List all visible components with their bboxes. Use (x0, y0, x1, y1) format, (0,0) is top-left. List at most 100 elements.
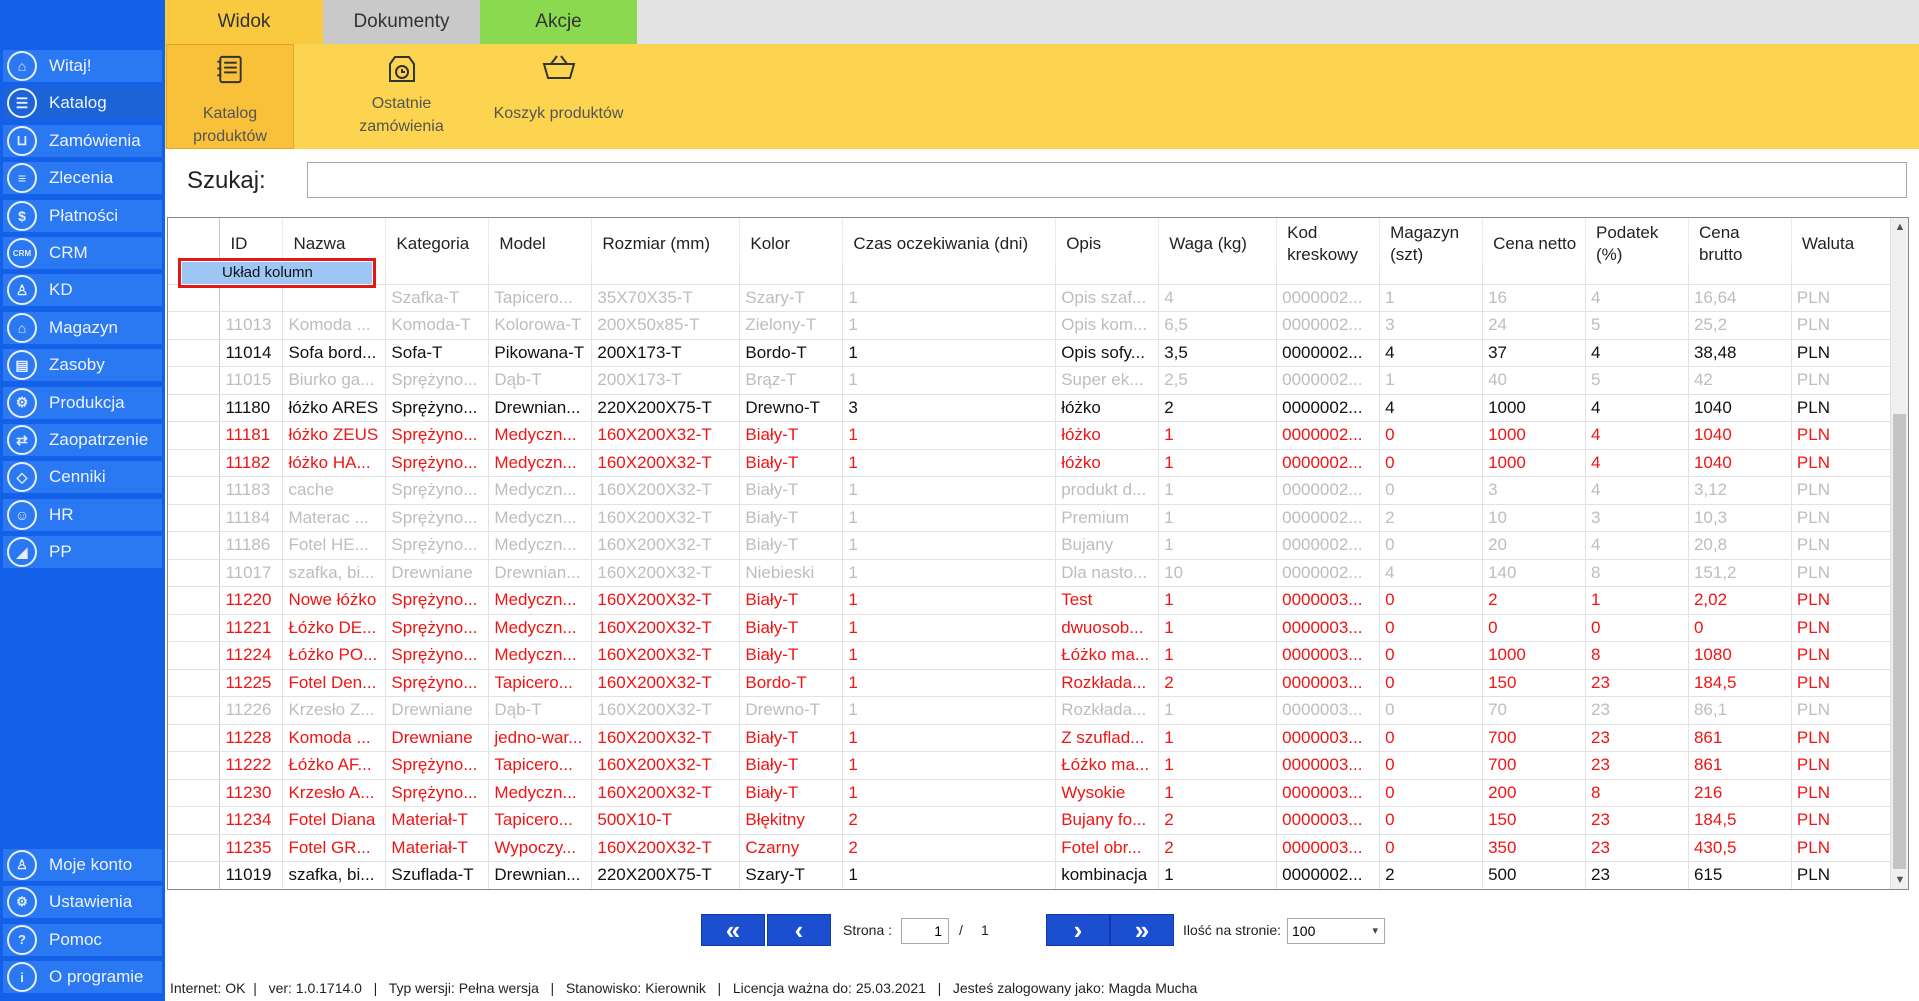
table-cell[interactable]: Sprężyno... (385, 504, 490, 532)
table-cell[interactable]: Biały-T (739, 724, 844, 752)
table-cell[interactable]: 1 (842, 696, 1057, 725)
table-cell[interactable]: 4 (1379, 559, 1484, 587)
table-cell[interactable]: cache (282, 476, 387, 505)
row-header[interactable] (168, 421, 221, 450)
table-cell[interactable]: 0 (1379, 806, 1484, 835)
table-cell[interactable]: Biały-T (739, 449, 844, 477)
table-cell[interactable]: 1 (842, 751, 1057, 780)
table-cell[interactable]: PLN (1791, 696, 1891, 725)
table-row[interactable]: 11019 szafka, bi... Szuflada-T Drewnian... 2… (168, 861, 1891, 889)
table-cell[interactable]: 1000 (1482, 641, 1586, 670)
table-cell[interactable]: Fotel Diana (282, 806, 387, 835)
table-cell[interactable]: 1 (842, 284, 1057, 312)
table-cell[interactable]: 500X10-T (591, 806, 741, 835)
table-cell[interactable]: Tapicero... (488, 284, 593, 312)
table-cell[interactable]: 5 (1585, 311, 1689, 340)
table-cell[interactable]: łóżko ARES (282, 394, 387, 422)
table-cell[interactable]: Drewniane (385, 696, 490, 725)
table-cell[interactable]: PLN (1791, 834, 1891, 862)
table-cell[interactable]: 0 (1379, 641, 1484, 670)
table-cell[interactable]: 0 (1379, 531, 1484, 560)
table-cell[interactable]: Medyczn... (488, 586, 593, 615)
table-cell[interactable]: łóżko ZEUS (282, 421, 387, 450)
table-cell[interactable]: 23 (1585, 861, 1689, 889)
table-cell[interactable]: 1 (1158, 779, 1278, 807)
table-cell[interactable]: Biały-T (739, 751, 844, 780)
table-cell[interactable]: Medyczn... (488, 504, 593, 532)
table-cell[interactable]: łóżko (1055, 394, 1160, 422)
table-cell[interactable]: 3,12 (1688, 476, 1792, 505)
table-cell[interactable]: 1040 (1688, 394, 1792, 422)
column-header[interactable]: Czas oczekiwania (dni) (842, 218, 1057, 270)
table-row[interactable]: 11181 łóżko ZEUS Sprężyno... Medyczn... 160X… (168, 421, 1891, 450)
row-header[interactable] (168, 696, 221, 725)
table-cell[interactable]: 1 (1158, 861, 1278, 889)
table-cell[interactable]: Sprężyno... (385, 531, 490, 560)
table-cell[interactable]: dwuosob... (1055, 614, 1160, 642)
sidebar-item-zaopatrzenie[interactable]: ⇄ Zaopatrzenie (3, 424, 162, 456)
table-cell[interactable]: Fotel Den... (282, 669, 387, 697)
table-cell[interactable]: Opis kom... (1055, 311, 1160, 340)
table-cell[interactable]: 1 (842, 339, 1057, 367)
table-cell[interactable]: 1000 (1482, 449, 1586, 477)
row-header[interactable] (168, 806, 221, 835)
row-header[interactable] (168, 861, 221, 889)
table-cell[interactable]: Biały-T (739, 779, 844, 807)
table-cell[interactable]: 430,5 (1688, 834, 1792, 862)
table-cell[interactable]: 8 (1585, 779, 1689, 807)
table-cell[interactable]: 200X173-T (591, 366, 741, 395)
table-row[interactable]: 11234 Fotel Diana Materiał-T Tapicero... 500… (168, 806, 1891, 835)
table-cell[interactable]: Super ek... (1055, 366, 1160, 395)
table-cell[interactable]: Medyczn... (488, 476, 593, 505)
table-cell[interactable]: 1 (1585, 586, 1689, 615)
table-cell[interactable]: 0 (1482, 614, 1586, 642)
table-cell[interactable]: 3,5 (1158, 339, 1278, 367)
table-cell[interactable]: Krzesło A... (282, 779, 387, 807)
table-cell[interactable]: 35X70X35-T (591, 284, 741, 312)
table-cell[interactable]: łóżko (1055, 449, 1160, 477)
table-cell[interactable]: 861 (1688, 724, 1792, 752)
table-cell[interactable]: 861 (1688, 751, 1792, 780)
table-cell[interactable]: Drewno-T (739, 394, 844, 422)
table-cell[interactable]: 0 (1379, 614, 1484, 642)
table-cell[interactable]: Biały-T (739, 641, 844, 670)
table-cell[interactable]: Biurko ga... (282, 366, 387, 395)
table-cell[interactable]: Dla nasto... (1055, 559, 1160, 587)
table-cell[interactable]: 23 (1585, 696, 1689, 725)
table-cell[interactable]: Wypoczy... (488, 834, 593, 862)
table-cell[interactable]: Rozkłada... (1055, 669, 1160, 697)
table-cell[interactable]: 1 (842, 724, 1057, 752)
table-cell[interactable]: Bujany fo... (1055, 806, 1160, 835)
table-cell[interactable]: 2 (1158, 394, 1278, 422)
table-cell[interactable]: 1 (1379, 284, 1484, 312)
table-cell[interactable]: 0000002... (1276, 311, 1381, 340)
row-header[interactable] (168, 449, 221, 477)
table-cell[interactable]: 151,2 (1688, 559, 1792, 587)
table-cell[interactable]: 11019 (219, 861, 284, 889)
table-cell[interactable]: 1 (1158, 696, 1278, 725)
table-cell[interactable]: 160X200X32-T (591, 504, 741, 532)
table-cell[interactable]: Dąb-T (488, 696, 593, 725)
table-cell[interactable]: 1 (842, 311, 1057, 340)
table-cell[interactable]: 1000 (1482, 394, 1586, 422)
table-cell[interactable]: 0000003... (1276, 586, 1381, 615)
table-cell[interactable]: Sprężyno... (385, 779, 490, 807)
table-cell[interactable]: 1 (842, 449, 1057, 477)
table-cell[interactable]: 8 (1585, 559, 1689, 587)
table-cell[interactable]: Z szuflad... (1055, 724, 1160, 752)
table-cell[interactable]: 0000002... (1276, 421, 1381, 450)
sidebar-item-zasoby[interactable]: ▤ Zasoby (3, 349, 162, 382)
table-cell[interactable]: Dąb-T (488, 366, 593, 395)
table-cell[interactable]: Sprężyno... (385, 449, 490, 477)
table-cell[interactable]: 11235 (219, 834, 284, 862)
table-cell[interactable]: łóżko (1055, 421, 1160, 450)
table-cell[interactable]: 0 (1379, 669, 1484, 697)
table-cell[interactable]: PLN (1791, 669, 1891, 697)
table-cell[interactable]: 160X200X32-T (591, 779, 741, 807)
table-cell[interactable]: 184,5 (1688, 669, 1792, 697)
row-header[interactable] (168, 394, 221, 422)
table-row[interactable]: 11183 cache Sprężyno... Medyczn... 160X200X3… (168, 476, 1891, 505)
table-cell[interactable]: Brąz-T (739, 366, 844, 395)
table-cell[interactable]: 0 (1379, 779, 1484, 807)
sidebar-item-zlecenia[interactable]: ≡ Zlecenia (3, 162, 162, 195)
